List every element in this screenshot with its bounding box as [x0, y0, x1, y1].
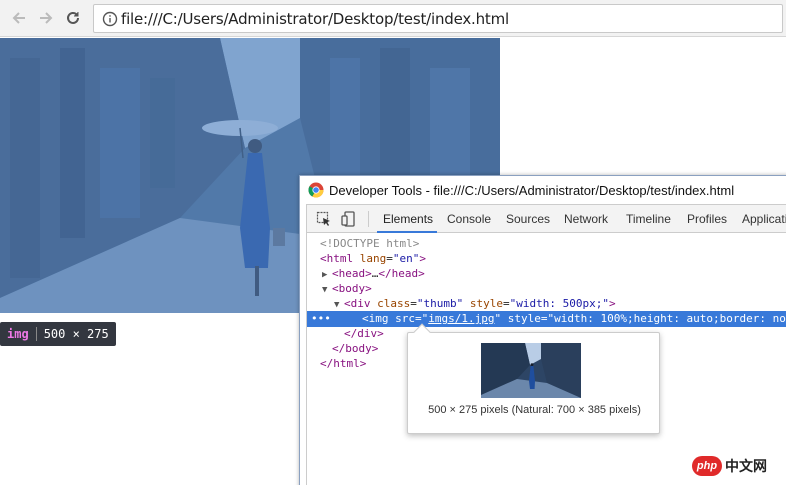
dom-div-close[interactable]: </div> [344, 326, 384, 341]
device-mode-icon[interactable] [341, 211, 357, 227]
watermark-text: 中文网 [725, 458, 767, 474]
devtools-title: Developer Tools - file:///C:/Users/Admin… [329, 183, 735, 198]
preview-dimensions: 500 × 275 pixels (Natural: 700 × 385 pix… [428, 404, 641, 416]
reload-button[interactable] [63, 8, 83, 28]
dom-html-close[interactable]: </html> [320, 356, 366, 371]
dom-doctype[interactable]: <!DOCTYPE html> [320, 236, 419, 251]
dom-body-close[interactable]: </body> [332, 341, 378, 356]
tab-application[interactable]: Applicati [742, 212, 786, 226]
val-class: "thumb" [416, 297, 464, 310]
val-style: "width: 100%;height: auto;border: none [547, 312, 786, 325]
tag-body: <body> [332, 282, 372, 295]
forward-arrow-icon [40, 12, 53, 24]
tag-div: <div [344, 297, 371, 310]
preview-thumbnail [481, 343, 581, 398]
inspect-element-icon[interactable] [316, 211, 332, 227]
collapse-triangle-icon[interactable]: ▼ [334, 298, 344, 313]
tooltip-tag: img [7, 327, 29, 341]
devtools-window: Developer Tools - file:///C:/Users/Admin… [299, 175, 786, 485]
tag-bracket: > [608, 297, 616, 310]
src-link[interactable]: imgs/1.jpg [428, 312, 494, 325]
tab-sources[interactable]: Sources [506, 212, 550, 226]
watermark-badge: php [692, 456, 722, 476]
devtools-tabbar: Elements Console Sources Network Timelin… [306, 204, 786, 233]
browser-toolbar: file:///C:/Users/Administrator/Desktop/t… [0, 0, 786, 37]
tab-network[interactable]: Network [564, 212, 608, 226]
back-button[interactable] [9, 8, 29, 28]
element-size-tooltip: img 500 × 275 [0, 322, 116, 346]
tab-timeline[interactable]: Timeline [626, 212, 671, 226]
back-arrow-icon [12, 12, 25, 24]
forward-button[interactable] [36, 8, 56, 28]
php-watermark-logo: php 中文网 [692, 456, 767, 476]
attr-lang: lang [359, 252, 387, 265]
toolbar-divider [368, 211, 369, 227]
attr-class: class [377, 297, 411, 310]
tab-console[interactable]: Console [447, 212, 491, 226]
tag-bracket: > [419, 252, 426, 265]
selected-node-menu[interactable]: ••• [311, 311, 331, 326]
tab-elements[interactable]: Elements [383, 212, 433, 226]
devtools-titlebar[interactable]: Developer Tools - file:///C:/Users/Admin… [300, 176, 786, 204]
address-bar[interactable]: file:///C:/Users/Administrator/Desktop/t… [93, 4, 783, 33]
dom-html-open[interactable]: <html lang="en"> [320, 251, 426, 266]
dom-head[interactable]: ▶ <head>…</head> [322, 266, 425, 281]
chrome-logo-icon [308, 182, 324, 198]
tooltip-separator [35, 327, 37, 341]
info-icon[interactable] [102, 11, 118, 27]
tab-profiles[interactable]: Profiles [687, 212, 727, 226]
tag-head-close: </head> [378, 267, 425, 280]
tooltip-size: 500 × 275 [43, 327, 109, 341]
dom-body-open[interactable]: ▼ <body> [322, 281, 372, 296]
attr-style: style [507, 312, 541, 325]
tag-img: <img [362, 312, 389, 325]
dom-div-thumb[interactable]: ▼ <div class="thumb" style="width: 500px;… [334, 296, 616, 311]
url-text: file:///C:/Users/Administrator/Desktop/t… [121, 10, 509, 28]
val-style: "width: 500px;" [509, 297, 609, 310]
attr-style: style [469, 297, 503, 310]
tag-html: <html [320, 252, 354, 265]
attr-src: src [395, 312, 415, 325]
reload-icon [67, 11, 79, 24]
dom-img-selected[interactable]: <img src="imgs/1.jpg" style="width: 100%… [362, 311, 786, 326]
screen: file:///C:/Users/Administrator/Desktop/t… [0, 0, 786, 485]
tag-head: <head> [332, 267, 372, 280]
preview-photo [481, 343, 581, 398]
image-preview-popover: 500 × 275 pixels (Natural: 700 × 385 pix… [407, 323, 660, 434]
val-lang: "en" [392, 252, 420, 265]
collapse-triangle-icon[interactable]: ▼ [322, 283, 332, 298]
